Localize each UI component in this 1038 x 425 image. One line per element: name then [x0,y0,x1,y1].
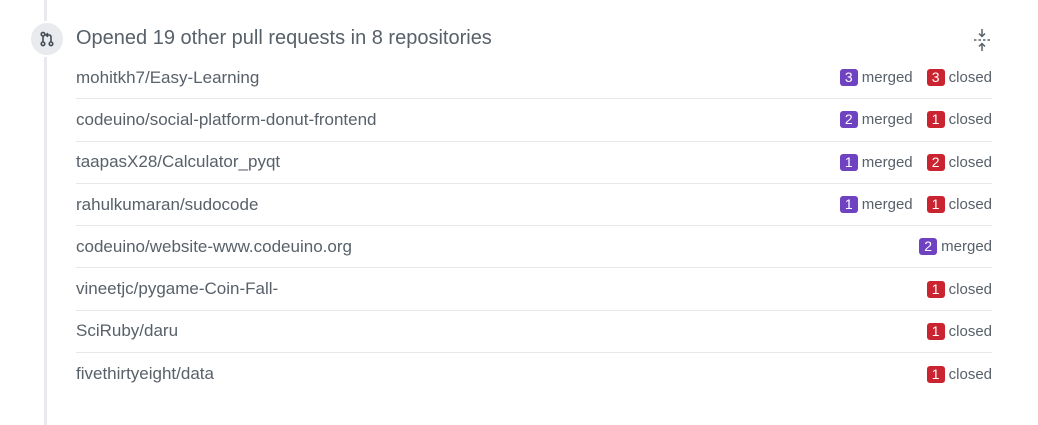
repo-row: taapasX28/Calculator_pyqt 1 merged 2 close… [76,142,992,184]
pr-stats: 2 merged [905,238,992,256]
merged-label: merged [861,153,913,171]
closed-stat[interactable]: 1 closed [926,280,992,298]
merged-stat[interactable]: 3 merged [839,69,913,87]
closed-label: closed [948,322,992,340]
merged-count-badge: 1 [839,196,858,214]
closed-stat[interactable]: 2 closed [926,153,992,171]
pr-stats: 3 merged 3 closed [826,69,992,87]
repo-link[interactable]: SciRuby/daru [76,321,178,341]
merged-stat[interactable]: 2 merged [919,238,992,256]
collapse-button[interactable] [970,28,994,52]
merged-label: merged [861,69,913,87]
closed-label: closed [948,365,992,383]
repo-link[interactable]: taapasX28/Calculator_pyqt [76,152,280,172]
pr-stats: 1 merged 1 closed [826,196,992,214]
merged-count-badge: 2 [839,111,858,129]
pr-stats: 2 merged 1 closed [826,111,992,129]
pr-stats: 1 closed [913,280,992,298]
closed-count-badge: 1 [926,196,945,214]
fold-icon [974,29,990,51]
repo-row: SciRuby/daru 1 closed [76,311,992,354]
pr-stats: 1 merged 2 closed [826,153,992,171]
closed-count-badge: 2 [926,153,945,171]
closed-count-badge: 1 [926,322,945,340]
merged-count-badge: 1 [839,153,858,171]
closed-count-badge: 1 [926,111,945,129]
merged-label: merged [861,196,913,214]
repo-link[interactable]: codeuino/website-www.codeuino.org [76,237,352,257]
git-pull-request-icon [29,21,65,57]
closed-label: closed [948,69,992,87]
merged-stat[interactable]: 2 merged [839,111,913,129]
closed-stat[interactable]: 1 closed [926,365,992,383]
closed-label: closed [948,196,992,214]
repo-row: rahulkumaran/sudocode 1 merged 1 closed [76,184,992,227]
merged-count-badge: 2 [919,238,938,256]
closed-count-badge: 1 [926,280,945,298]
repo-link[interactable]: vineetjc/pygame-Coin-Fall- [76,279,278,299]
repo-row: mohitkh7/Easy-Learning 3 merged 3 closed [76,57,992,100]
merged-count-badge: 3 [839,69,858,87]
closed-label: closed [948,280,992,298]
repo-link[interactable]: codeuino/social-platform-donut-frontend [76,110,377,130]
repo-row: vineetjc/pygame-Coin-Fall- 1 closed [76,268,992,311]
pr-stats: 1 closed [913,365,992,383]
pr-stats: 1 closed [913,322,992,340]
closed-stat[interactable]: 1 closed [926,196,992,214]
closed-label: closed [948,153,992,171]
repo-link[interactable]: rahulkumaran/sudocode [76,195,258,215]
merged-label: merged [861,111,913,129]
closed-stat[interactable]: 1 closed [926,111,992,129]
section-title: Opened 19 other pull requests in 8 repos… [76,27,492,49]
repo-row: codeuino/website-www.codeuino.org 2 merge… [76,226,992,269]
merged-stat[interactable]: 1 merged [839,153,913,171]
closed-stat[interactable]: 1 closed [926,322,992,340]
merged-stat[interactable]: 1 merged [839,196,913,214]
merged-label: merged [941,238,992,256]
repo-row: codeuino/social-platform-donut-frontend … [76,99,992,142]
repo-link[interactable]: fivethirtyeight/data [76,364,214,384]
closed-label: closed [948,111,992,129]
repo-row: fivethirtyeight/data 1 closed [76,353,992,395]
closed-count-badge: 1 [926,365,945,383]
timeline-line [44,0,47,425]
repo-list: mohitkh7/Easy-Learning 3 merged 3 closed c… [76,57,992,395]
closed-stat[interactable]: 3 closed [926,69,992,87]
repo-link[interactable]: mohitkh7/Easy-Learning [76,68,259,88]
closed-count-badge: 3 [926,69,945,87]
